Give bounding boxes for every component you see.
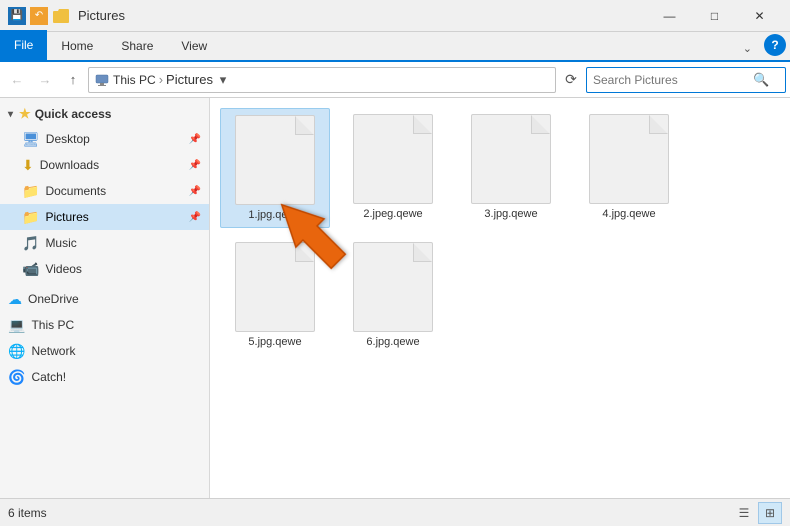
items-count: 6 items	[8, 506, 47, 520]
search-box[interactable]: 🔍	[586, 67, 786, 93]
search-icon[interactable]: 🔍	[753, 72, 769, 88]
title-bar: 💾 ↶ Pictures — □ ✕	[0, 0, 790, 32]
address-bar: ← → ↑ This PC › Pictures ▾ ⟳ 🔍	[0, 62, 790, 98]
close-button[interactable]: ✕	[737, 0, 782, 32]
file-thumb-5	[235, 242, 315, 332]
title-bar-app-icons: 💾 ↶	[8, 7, 70, 25]
sidebar-item-downloads[interactable]: ⬇ Downloads 📌	[0, 152, 209, 178]
window-title: Pictures	[78, 8, 647, 23]
breadcrumb-sep: ›	[159, 72, 163, 87]
downloads-icon: ⬇	[22, 157, 34, 174]
quick-access-label: Quick access	[35, 107, 112, 121]
sidebar-onedrive-label: OneDrive	[28, 292, 79, 306]
file-area: 1.jpg.qewe 2.jpeg.qewe 3.jpg.qewe 4.jpg.…	[210, 98, 790, 364]
file-name-4: 4.jpg.qewe	[602, 208, 655, 220]
sidebar-thispc-label: This PC	[31, 318, 74, 332]
window-controls: — □ ✕	[647, 0, 782, 32]
breadcrumb-pictures: Pictures	[166, 72, 213, 87]
main-area: ▾ ★ Quick access 🖥 Desktop 📌 ⬇ Downloads…	[0, 98, 790, 498]
network-icon: 🌐	[8, 343, 25, 360]
file-item-6[interactable]: 6.jpg.qewe	[338, 236, 448, 354]
file-thumb-6	[353, 242, 433, 332]
file-name-5: 5.jpg.qewe	[248, 336, 301, 348]
sidebar-network-label: Network	[31, 344, 75, 358]
videos-icon: 📹	[22, 261, 39, 278]
minimize-button[interactable]: —	[647, 0, 692, 32]
pc-icon	[95, 74, 109, 86]
view-list-button[interactable]: ☰	[732, 502, 756, 524]
sidebar-item-catch[interactable]: 🌀 Catch!	[0, 364, 209, 390]
file-item-4[interactable]: 4.jpg.qewe	[574, 108, 684, 228]
sidebar-item-desktop[interactable]: 🖥 Desktop 📌	[0, 126, 209, 152]
sidebar-desktop-label: Desktop	[46, 132, 90, 146]
sidebar-item-documents[interactable]: 📁 Documents 📌	[0, 178, 209, 204]
file-item-3[interactable]: 3.jpg.qewe	[456, 108, 566, 228]
file-thumb-3	[471, 114, 551, 204]
documents-icon: 📁	[22, 183, 39, 200]
file-name-6: 6.jpg.qewe	[366, 336, 419, 348]
view-icons: ☰ ⊞	[732, 502, 782, 524]
up-button[interactable]: ↑	[60, 67, 86, 93]
sidebar-item-pictures[interactable]: 📁 Pictures 📌	[0, 204, 209, 230]
file-name-3: 3.jpg.qewe	[484, 208, 537, 220]
file-thumb-1	[235, 115, 315, 205]
address-dropdown-button[interactable]: ▾	[213, 67, 233, 93]
file-item-5[interactable]: 5.jpg.qewe	[220, 236, 330, 354]
sidebar-item-music[interactable]: 🎵 Music	[0, 230, 209, 256]
help-button[interactable]: ?	[764, 34, 786, 56]
pin-icon-pictures: 📌	[189, 212, 201, 223]
sidebar-documents-label: Documents	[45, 184, 106, 198]
save-icon: 💾	[8, 7, 26, 25]
quick-access-star-icon: ★	[19, 106, 31, 122]
file-item-2[interactable]: 2.jpeg.qewe	[338, 108, 448, 228]
search-input[interactable]	[593, 73, 753, 87]
sidebar-item-thispc[interactable]: 💻 This PC	[0, 312, 209, 338]
maximize-button[interactable]: □	[692, 0, 737, 32]
tab-home[interactable]: Home	[47, 32, 107, 60]
tab-share[interactable]: Share	[107, 32, 167, 60]
breadcrumb-thispc: This PC	[113, 73, 156, 87]
file-thumb-4	[589, 114, 669, 204]
pin-icon-desktop: 📌	[189, 134, 201, 145]
sidebar: ▾ ★ Quick access 🖥 Desktop 📌 ⬇ Downloads…	[0, 98, 210, 498]
sidebar-item-onedrive[interactable]: ☁ OneDrive	[0, 286, 209, 312]
sidebar-videos-label: Videos	[45, 262, 81, 276]
pictures-icon: 📁	[22, 209, 39, 226]
view-grid-button[interactable]: ⊞	[758, 502, 782, 524]
pin-icon-downloads: 📌	[189, 160, 201, 171]
sidebar-downloads-label: Downloads	[40, 158, 99, 172]
file-item-1[interactable]: 1.jpg.qewe	[220, 108, 330, 228]
desktop-icon: 🖥	[22, 131, 40, 148]
pin-icon-documents: 📌	[189, 186, 201, 197]
file-name-1: 1.jpg.qewe	[248, 209, 301, 221]
thispc-icon: 💻	[8, 317, 25, 334]
folder-icon	[52, 7, 70, 25]
sidebar-item-network[interactable]: 🌐 Network	[0, 338, 209, 364]
back-button[interactable]: ←	[4, 67, 30, 93]
file-name-2: 2.jpeg.qewe	[363, 208, 422, 220]
music-icon: 🎵	[22, 235, 39, 252]
tab-view[interactable]: View	[167, 32, 221, 60]
sidebar-music-label: Music	[45, 236, 76, 250]
sidebar-item-videos[interactable]: 📹 Videos	[0, 256, 209, 282]
ribbon-tabs: File Home Share View ⌄ ?	[0, 32, 790, 62]
undo-icon: ↶	[30, 7, 48, 25]
onedrive-icon: ☁	[8, 291, 22, 308]
ribbon-chevron-icon[interactable]: ⌄	[735, 37, 760, 60]
quick-access-header[interactable]: ▾ ★ Quick access	[0, 102, 209, 126]
sidebar-pictures-label: Pictures	[45, 210, 88, 224]
address-breadcrumb[interactable]: This PC › Pictures ▾	[88, 67, 556, 93]
catch-icon: 🌀	[8, 369, 25, 386]
tab-file[interactable]: File	[0, 30, 47, 60]
forward-button[interactable]: →	[32, 67, 58, 93]
sidebar-catch-label: Catch!	[31, 370, 66, 384]
file-area-wrapper: 1.jpg.qewe 2.jpeg.qewe 3.jpg.qewe 4.jpg.…	[210, 98, 790, 498]
quick-access-arrow: ▾	[8, 109, 13, 120]
file-thumb-2	[353, 114, 433, 204]
status-bar: 6 items ☰ ⊞	[0, 498, 790, 526]
refresh-button[interactable]: ⟳	[558, 67, 584, 93]
